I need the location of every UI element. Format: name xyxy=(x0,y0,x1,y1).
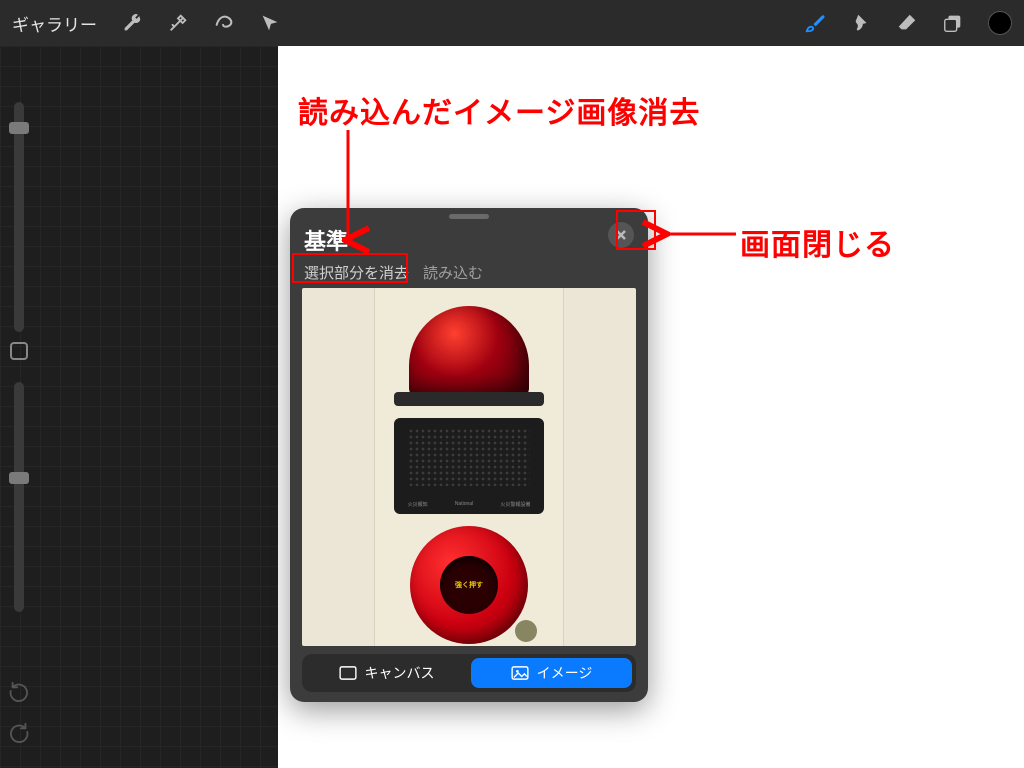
slider-handle[interactable] xyxy=(9,472,29,484)
fire-alarm-device: 火災報知National火災警報設備 強く押す xyxy=(374,288,564,646)
selection-icon[interactable] xyxy=(213,12,235,34)
speaker-panel: 火災報知National火災警報設備 xyxy=(394,418,544,514)
alarm-lamp xyxy=(409,306,529,398)
speaker-labels: 火災報知National火災警報設備 xyxy=(394,501,544,508)
annotation-text-right: 画面閉じる xyxy=(740,220,895,264)
undo-icon[interactable] xyxy=(8,680,30,707)
left-sidebar xyxy=(0,46,278,768)
reference-mode-segment: キャンバス イメージ xyxy=(302,654,636,692)
wrench-icon[interactable] xyxy=(121,12,143,34)
segment-image[interactable]: イメージ xyxy=(471,658,632,688)
segment-image-label: イメージ xyxy=(537,663,593,683)
modifier-button[interactable] xyxy=(10,342,28,360)
annotation-rect-close xyxy=(616,210,656,250)
alarm-button: 強く押す xyxy=(410,526,528,644)
toolbar-right-group xyxy=(804,11,1012,35)
segment-canvas[interactable]: キャンバス xyxy=(306,658,467,688)
eraser-icon[interactable] xyxy=(896,12,918,34)
opacity-slider[interactable] xyxy=(14,382,24,612)
lamp-base xyxy=(394,392,544,406)
alarm-button-center: 強く押す xyxy=(440,556,498,614)
undo-redo-group xyxy=(8,680,30,748)
annotation-text-top: 読み込んだイメージ画像消去 xyxy=(298,88,700,132)
top-toolbar: ギャラリー xyxy=(0,0,1024,46)
slider-handle[interactable] xyxy=(9,122,29,134)
segment-canvas-label: キャンバス xyxy=(365,663,435,683)
canvas-icon xyxy=(339,666,357,680)
annotation-arrow-left xyxy=(658,224,738,249)
annotation-arrow-down xyxy=(338,130,358,255)
cursor-icon[interactable] xyxy=(259,12,281,34)
image-icon xyxy=(511,666,529,680)
drag-handle[interactable] xyxy=(449,214,489,219)
certification-seal xyxy=(515,620,537,642)
annotation-rect-clear xyxy=(292,253,408,283)
brush-icon[interactable] xyxy=(804,12,826,34)
toolbar-left-group: ギャラリー xyxy=(12,11,281,36)
layers-icon[interactable] xyxy=(942,12,964,34)
redo-icon[interactable] xyxy=(8,721,30,748)
adjust-icon[interactable] xyxy=(167,12,189,34)
smudge-icon[interactable] xyxy=(850,12,872,34)
speaker-grille xyxy=(408,428,530,486)
reference-image[interactable]: 火災報知National火災警報設備 強く押す xyxy=(302,288,636,646)
load-button[interactable]: 読み込む xyxy=(423,262,483,283)
color-picker[interactable] xyxy=(988,11,1012,35)
brush-size-slider[interactable] xyxy=(14,102,24,332)
gallery-button[interactable]: ギャラリー xyxy=(12,11,97,36)
